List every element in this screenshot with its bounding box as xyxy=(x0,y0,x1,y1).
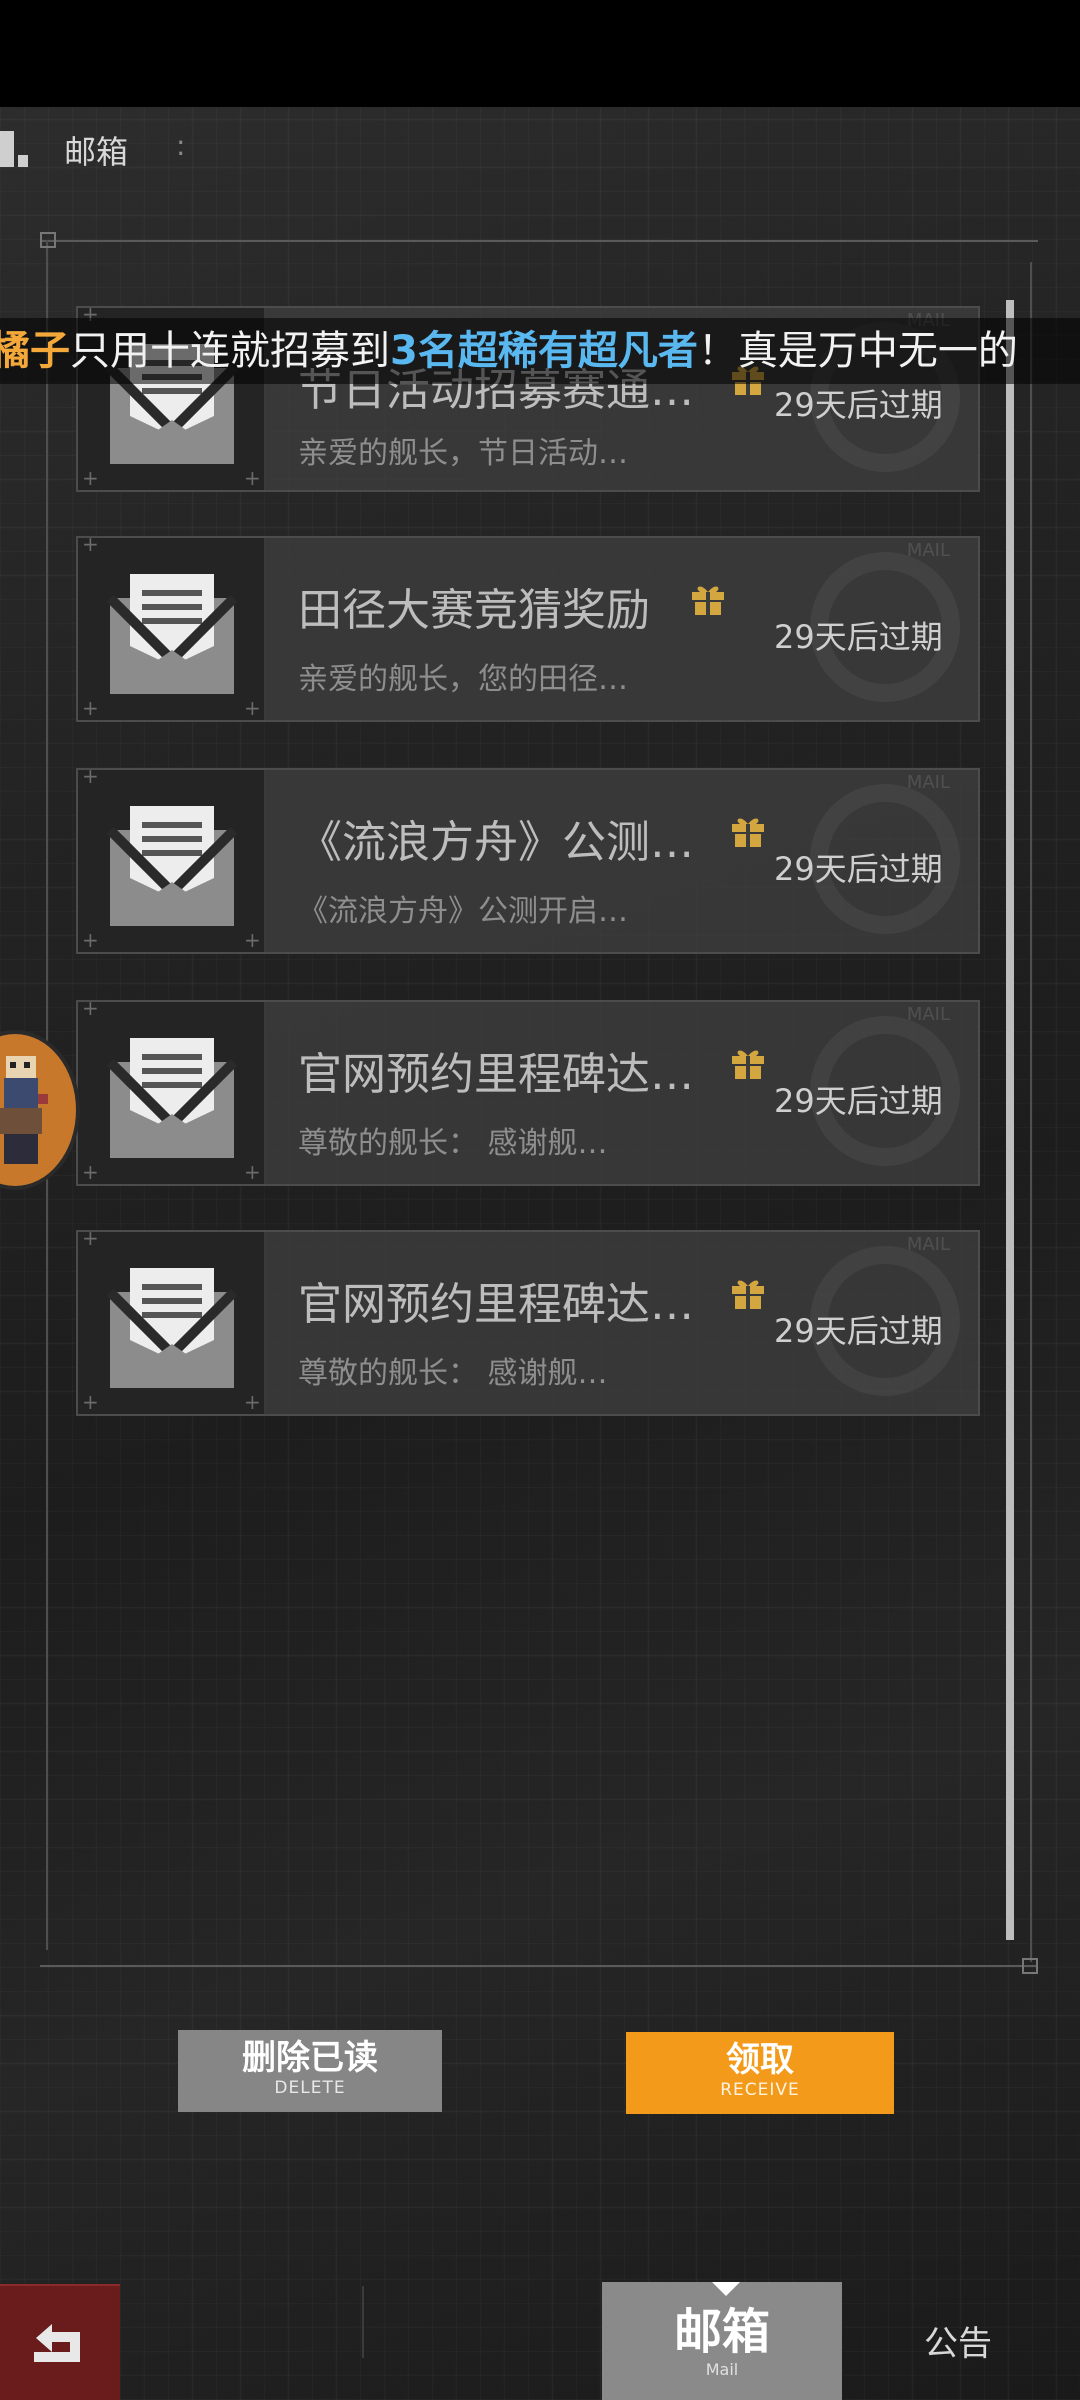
mail-preview: 尊敬的舰长： 感谢舰… xyxy=(298,1356,608,1391)
banner-text-2: ！真是万中无一的 xyxy=(697,328,1018,374)
envelope-icon xyxy=(106,574,238,694)
mail-watermark-label: MAIL xyxy=(906,1004,950,1025)
tab-notice[interactable]: 公告 xyxy=(924,2316,992,2365)
mail-icon-box: + + + xyxy=(78,1002,266,1184)
header-mark-icon xyxy=(0,127,30,167)
mail-item[interactable]: + + + MAIL 田径大赛竞猜奖励 29天后过期 亲爱的舰长，您的田径… xyxy=(76,536,980,722)
back-arrow-icon xyxy=(34,2324,80,2362)
mail-icon-box: + + + xyxy=(78,770,266,952)
back-button[interactable] xyxy=(0,2284,120,2400)
mail-title: 田径大赛竞猜奖励 xyxy=(298,585,650,636)
frame-corner-icon xyxy=(40,232,56,248)
mail-title: 官网预约里程碑达… xyxy=(298,1049,694,1100)
header: 邮箱 : xyxy=(0,107,1080,187)
mail-expiry: 29天后过期 xyxy=(774,850,943,888)
gift-icon xyxy=(732,1050,764,1079)
nav-divider xyxy=(362,2286,364,2358)
delete-read-button[interactable]: 删除已读 DELETE xyxy=(178,2030,442,2112)
mail-expiry: 29天后过期 xyxy=(774,1082,943,1120)
character-icon xyxy=(0,1056,48,1164)
floating-avatar[interactable] xyxy=(0,1030,80,1190)
delete-read-sublabel: DELETE xyxy=(274,2078,346,2098)
scrollbar[interactable] xyxy=(1006,300,1014,1940)
mail-icon-box: + + + xyxy=(78,1232,266,1414)
banner-text-1: 只用十连就招募到 xyxy=(70,328,390,374)
frame-right xyxy=(1030,262,1032,1962)
banner-player-name: 橘子 xyxy=(0,328,70,374)
mail-title: 《流浪方舟》公测… xyxy=(298,817,694,868)
announcement-banner: 橘子只用十连就招募到3名超稀有超凡者！真是万中无一的 xyxy=(0,318,1080,384)
envelope-icon xyxy=(106,806,238,926)
status-bar xyxy=(0,0,1080,107)
envelope-icon xyxy=(106,1268,238,1388)
mail-watermark-label: MAIL xyxy=(906,772,950,793)
mail-expiry: 29天后过期 xyxy=(774,1312,943,1350)
header-colon: : xyxy=(176,129,186,162)
mail-preview: 《流浪方舟》公测开启… xyxy=(298,894,628,929)
tab-mail-sublabel: Mail xyxy=(705,2360,739,2379)
mail-item[interactable]: + + + MAIL 《流浪方舟》公测… 29天后过期 《流浪方舟》公测开启… xyxy=(76,768,980,954)
mail-icon-box: + + + xyxy=(78,538,266,720)
receive-label: 领取 xyxy=(726,2040,794,2080)
tab-mail[interactable]: 邮箱 Mail xyxy=(602,2282,842,2400)
envelope-icon xyxy=(106,1038,238,1158)
receive-button[interactable]: 领取 RECEIVE xyxy=(626,2032,894,2114)
mail-item[interactable]: + + + MAIL 官网预约里程碑达… 29天后过期 尊敬的舰长： 感谢舰… xyxy=(76,1230,980,1416)
tab-selected-indicator-icon xyxy=(712,2282,740,2296)
frame-corner-icon xyxy=(1022,1958,1038,1974)
mail-preview: 亲爱的舰长，您的田径… xyxy=(298,662,628,697)
mail-expiry: 29天后过期 xyxy=(774,618,943,656)
gift-icon xyxy=(692,586,724,615)
banner-highlight: 3名超稀有超凡者 xyxy=(390,328,698,374)
mail-watermark-label: MAIL xyxy=(906,540,950,561)
mail-expiry: 29天后过期 xyxy=(774,386,943,424)
frame-top xyxy=(42,240,1038,242)
frame-bottom xyxy=(40,1965,1036,1967)
delete-read-label: 删除已读 xyxy=(242,2038,378,2078)
receive-sublabel: RECEIVE xyxy=(720,2080,800,2100)
page-title: 邮箱 xyxy=(64,133,129,171)
mail-preview: 亲爱的舰长，节日活动… xyxy=(298,436,628,471)
announcement-text: 橘子只用十连就招募到3名超稀有超凡者！真是万中无一的 xyxy=(0,326,1018,376)
mail-watermark-label: MAIL xyxy=(906,1234,950,1255)
mail-preview: 尊敬的舰长： 感谢舰… xyxy=(298,1126,608,1161)
mail-item[interactable]: + + + MAIL 官网预约里程碑达… 29天后过期 尊敬的舰长： 感谢舰… xyxy=(76,1000,980,1186)
gift-icon xyxy=(732,818,764,847)
mail-title: 官网预约里程碑达… xyxy=(298,1279,694,1330)
gift-icon xyxy=(732,1280,764,1309)
